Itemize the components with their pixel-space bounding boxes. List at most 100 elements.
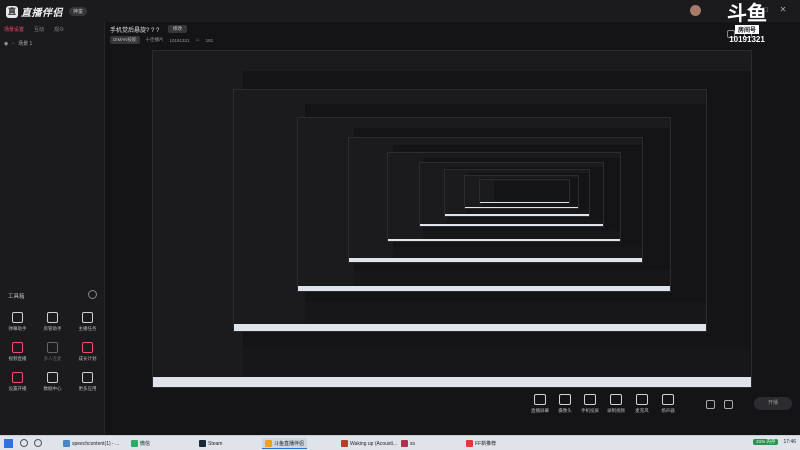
sub-category: 十佳播片 — [145, 37, 164, 42]
collapse-icon[interactable] — [88, 290, 97, 299]
taskbar-item[interactable]: FF新推荐 — [463, 438, 499, 449]
eye-icon[interactable]: ◉ — [4, 41, 8, 47]
windows-start-icon[interactable] — [4, 439, 13, 448]
multi-link-icon — [47, 342, 58, 353]
room-id: 10191321 — [169, 37, 190, 43]
mirror-fside — [480, 181, 494, 203]
video-live-icon — [12, 342, 23, 353]
tool-growth[interactable]: 成长计划 — [70, 342, 105, 362]
control-record[interactable]: 录制视频 — [602, 394, 630, 414]
memory-badge[interactable]: 21% 内存 — [753, 439, 779, 445]
tool-label: 更多应用 — [78, 386, 97, 391]
watermark-logo: 斗鱼 — [727, 3, 767, 25]
app-icon — [341, 440, 348, 447]
tab-audience[interactable]: 观众 — [54, 26, 64, 33]
douyu-watermark: 斗鱼 房间号 10191321 — [716, 4, 778, 44]
tool-label: 成长计划 — [78, 356, 97, 361]
tools-heading: 工具箱 — [8, 294, 25, 300]
tool-task[interactable]: 主播任务 — [70, 312, 105, 332]
mirror-fbot — [392, 247, 643, 259]
app-icon — [131, 440, 138, 447]
go-live-button[interactable]: 开播 — [754, 397, 792, 410]
control-camera[interactable]: 摄像头 — [551, 394, 579, 414]
hot-count: 181 — [205, 37, 214, 43]
title-bar: 直 直播伴侣 神童 – □ ✕ — [0, 0, 800, 22]
mirror-fbar — [480, 179, 570, 182]
user-avatar[interactable] — [690, 5, 701, 16]
control-mic[interactable]: 麦克风 — [628, 394, 656, 414]
app-icon — [63, 440, 70, 447]
mirror-ftask — [388, 238, 621, 242]
scene-item[interactable]: ◉ ▫ 场景 1 — [4, 40, 32, 48]
taskbar-item[interactable]: ss — [398, 438, 418, 449]
mirror-ftask — [348, 258, 643, 263]
mirror-ftask — [464, 206, 578, 208]
logo-text: 直播伴侣 — [21, 8, 63, 19]
control-label: 摄像头 — [558, 408, 572, 413]
control-screen[interactable]: 直播屏幕 — [526, 394, 554, 414]
version-badge[interactable]: 神童 — [69, 7, 88, 16]
taskbar-item-label: 微信 — [140, 441, 151, 447]
mirror-fbar — [297, 117, 671, 129]
more-apps-icon — [82, 372, 93, 383]
settings-icon[interactable] — [724, 400, 733, 409]
taskbar-item-label: ss — [410, 440, 415, 447]
mic-icon — [636, 394, 648, 405]
growth-icon — [82, 342, 93, 353]
tool-admin[interactable]: 房管助手 — [35, 312, 70, 332]
screen-icon — [534, 394, 546, 405]
speaker-icon — [662, 394, 674, 405]
record-toggle-icon[interactable] — [706, 400, 715, 409]
taskbar-item-label: Steam — [208, 440, 223, 447]
category-badge[interactable]: DIMAN技能 — [110, 36, 140, 44]
task-view-icon[interactable] — [34, 439, 42, 447]
taskbar-item[interactable]: speechcontent(1) - ... — [60, 438, 122, 449]
stream-preview[interactable] — [152, 50, 752, 388]
mirror-ftask — [153, 376, 751, 387]
mirror-fbar — [153, 51, 751, 72]
taskbar-item[interactable]: 微信 — [128, 438, 153, 449]
logo-icon: 直 — [6, 5, 18, 18]
control-speaker[interactable]: 扬声器 — [654, 394, 682, 414]
tool-barrage[interactable]: 弹幕助手 — [0, 312, 35, 332]
clock[interactable]: 17:46 — [783, 439, 796, 445]
edit-title-button[interactable]: 修改 — [168, 25, 187, 33]
sidebar: 场景设置 互动 观众 ◉ ▫ 场景 1 工具箱 弹幕助手 房管助手 主播任务视频直播… — [0, 22, 105, 447]
mirror-fbot — [242, 346, 751, 377]
lock-icon[interactable]: ▫ — [12, 41, 14, 47]
app-icon — [466, 440, 473, 447]
tool-label: 设置开播 — [8, 386, 27, 391]
taskbar-item[interactable]: 斗鱼直播伴侣 — [262, 438, 308, 449]
tool-multi-link[interactable]: 多人连麦 — [35, 342, 70, 362]
control-label: 麦克风 — [635, 408, 649, 413]
stream-title[interactable]: 手机觉后悬旋? ? ? — [110, 25, 159, 34]
control-label: 录制视频 — [607, 408, 625, 413]
watermark-sub: 房间号 — [734, 25, 759, 34]
taskbar-item[interactable]: Waking up (Acousti... — [338, 438, 400, 449]
mirror-fbot — [353, 270, 671, 286]
mirror-fbar — [234, 89, 706, 105]
tool-video-live[interactable]: 视频直播 — [0, 342, 35, 362]
search-icon[interactable] — [20, 439, 28, 447]
mirror-fside — [234, 104, 305, 332]
mirror-fbot — [304, 302, 706, 324]
watermark-room-number: 10191321 — [729, 35, 765, 44]
taskbar-item[interactable]: Steam — [196, 438, 225, 449]
tab-scene-settings[interactable]: 场景设置 — [4, 26, 24, 33]
tool-more-apps[interactable]: 更多应用 — [70, 372, 105, 392]
tool-schedule[interactable]: 设置开播 — [0, 372, 35, 392]
tool-label: 房管助手 — [43, 326, 62, 331]
fire-icon: ♨ — [195, 37, 200, 42]
mirror-fbar — [420, 162, 603, 167]
mirror-fside — [348, 145, 393, 263]
tool-data[interactable]: 数据中心 — [35, 372, 70, 392]
source-controls: 直播屏幕 摄像头 手机投屏 录制视频 麦克风 扬声器 开播 — [106, 388, 800, 432]
control-phone-cast[interactable]: 手机投屏 — [576, 394, 604, 414]
close-icon[interactable]: ✕ — [778, 5, 788, 15]
mirror-fside — [388, 157, 424, 242]
tool-label: 弹幕助手 — [8, 326, 27, 331]
mirror-frame — [479, 178, 571, 204]
tab-interaction[interactable]: 互动 — [34, 26, 44, 33]
tool-label: 视频直播 — [8, 356, 27, 361]
tool-label: 多人连麦 — [43, 356, 62, 361]
